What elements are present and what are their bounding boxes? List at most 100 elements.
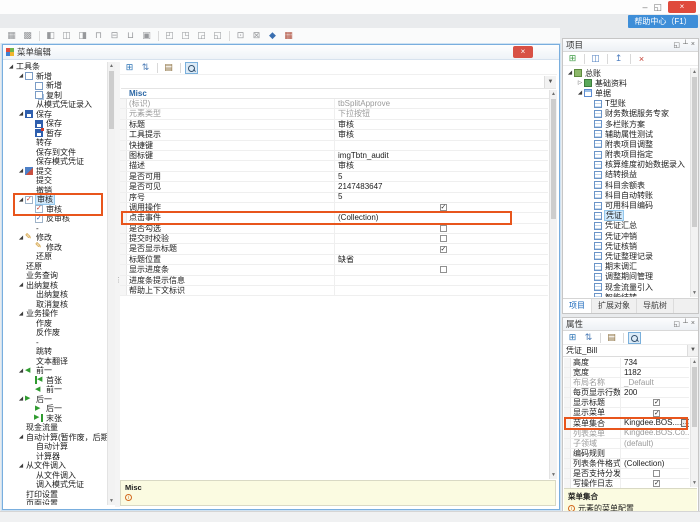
expander-expanded-icon[interactable]: ◢ [17,310,25,318]
search-icon[interactable] [628,332,641,344]
tree-item[interactable]: 文本翻译 [5,357,106,367]
scroll-thumb[interactable] [692,77,697,227]
app-close-button[interactable]: × [668,1,696,13]
tree-item[interactable]: 提交 [5,176,106,186]
property-value[interactable]: 5 [335,172,548,181]
property-row[interactable]: 标题位置缺省 [120,255,548,265]
tree-item[interactable]: 打印设置 [5,490,106,500]
menu-editor-close-button[interactable]: × [513,46,533,58]
property-value[interactable] [335,276,548,285]
expander-expanded-icon[interactable]: ◢ [576,89,584,97]
object-selector-combo[interactable]: 凭证_Bill ▼ [563,345,698,357]
tree-item[interactable]: 保存 [5,119,106,129]
tree-item[interactable]: 结转损益 [564,170,689,180]
checkbox-unchecked-icon[interactable] [653,470,660,477]
tree-item[interactable]: 复制 [5,91,106,101]
checkbox-checked-icon[interactable] [653,399,660,406]
tree-item[interactable]: 取消复核 [5,300,106,310]
tree-item[interactable]: 从模式凭证录入 [5,100,106,110]
tree-item[interactable]: 财务数据服务专家 [564,109,689,119]
tree-item[interactable]: 转存 [5,138,106,148]
property-row[interactable]: 是否可见2147483647 [120,182,548,192]
bring-to-front-icon[interactable]: ⊡ [234,30,247,42]
property-pages-icon[interactable]: ▤ [162,62,175,74]
properties-panel-header[interactable]: 属性 ◱ ┴ × [563,318,698,331]
align-center-icon[interactable]: ◫ [60,30,73,42]
expander-expanded-icon[interactable]: ◢ [17,462,25,470]
tab-order-icon[interactable]: ▦ [282,30,295,42]
property-row[interactable]: 标题审核 [120,120,548,130]
expander-expanded-icon[interactable]: ◢ [7,63,15,71]
alphabetical-view-icon[interactable]: ⇅ [139,62,152,74]
same-height-icon[interactable]: ◳ [179,30,192,42]
tree-item[interactable]: 还原 [5,262,106,272]
expander-collapsed-icon[interactable]: ▷ [576,79,584,87]
minimize-button[interactable]: – [642,1,647,13]
tree-item[interactable]: ◢审核 [5,195,106,205]
property-row[interactable]: 帮助上下文标识 [120,286,548,296]
close-icon[interactable]: × [691,41,695,49]
scroll-thumb[interactable] [109,71,114,129]
scroll-down-icon[interactable]: ▼ [691,479,698,487]
property-value[interactable]: (Collection) [335,213,548,222]
chevron-down-icon[interactable]: ▼ [544,76,556,88]
tree-item[interactable]: ◢后一 [5,395,106,405]
tree-item[interactable]: 可用科目编码 [564,200,689,210]
property-value[interactable] [335,141,548,150]
tree-item[interactable]: 计算器 [5,452,106,462]
property-value[interactable]: 缺省 [335,255,548,264]
float-window-icon[interactable]: ◱ [673,41,680,49]
tree-item[interactable]: ◢出纳复核 [5,281,106,291]
property-row[interactable]: 每页显示行数200 [564,388,689,398]
property-value[interactable]: Kingdee.BOS.Co... [621,429,689,438]
property-row[interactable]: 显示进度条 [120,265,548,275]
checkbox-checked-icon[interactable] [440,204,447,211]
property-row[interactable]: 图标键imgTbtn_audit [120,151,548,161]
property-row[interactable]: 是否可用5 [120,172,548,182]
tree-item[interactable]: ◢业务操作 [5,309,106,319]
tree-item[interactable]: 页面设置 [5,499,106,505]
tree-item[interactable]: 辅助属性测试 [564,129,689,139]
tree-item[interactable]: ◢修改 [5,233,106,243]
property-grid-scrollbar[interactable]: ▲ ▼ [549,90,557,479]
expander-expanded-icon[interactable]: ◢ [17,433,25,441]
expander-expanded-icon[interactable]: ◢ [17,281,25,289]
property-value[interactable]: 1182 [621,368,689,377]
tree-item[interactable]: ◢自动计算(暂作废，后期… [5,433,106,443]
send-to-back-icon[interactable]: ⊠ [250,30,263,42]
checkbox-unchecked-icon[interactable] [440,225,447,232]
tree-item[interactable]: T型账 [564,99,689,109]
tree-item[interactable]: 撤销 [5,186,106,196]
property-row[interactable]: 描述审核 [120,161,548,171]
tree-item[interactable]: ◢保存 [5,110,106,120]
restore-button[interactable]: ◱ [653,1,662,13]
checkbox-checked-icon[interactable] [653,410,660,417]
property-value[interactable]: 审核 [335,130,548,139]
align-bottom-icon[interactable]: ⊔ [124,30,137,42]
snap-to-grid-icon[interactable]: ▦ [5,30,18,42]
tree-item[interactable]: 保存模式凭证 [5,157,106,167]
property-row[interactable]: 列表条件格式(Collection) [564,459,689,469]
expander-expanded-icon[interactable]: ◢ [566,69,574,77]
property-value[interactable] [621,398,689,407]
menu-editor-titlebar[interactable]: 菜单编辑 × [3,45,559,60]
scroll-down-icon[interactable]: ▼ [550,471,557,479]
tree-item[interactable]: 现金流量 [5,423,106,433]
tree-item[interactable]: ◢单据 [564,88,689,98]
property-row[interactable]: 点击事件(Collection) [120,213,548,223]
tree-item[interactable]: 出纳复核 [5,290,106,300]
checkbox-unchecked-icon[interactable] [440,235,447,242]
tab-导航树[interactable]: 导航树 [637,299,674,313]
scroll-down-icon[interactable]: ▼ [691,289,698,297]
tab-项目[interactable]: 项目 [563,299,592,313]
tree-item[interactable]: ◢工具条 [5,62,106,72]
tree-item[interactable]: 反作废 [5,328,106,338]
tree-item[interactable]: 凭证汇总 [564,221,689,231]
property-row[interactable]: 宽度1182 [564,368,689,378]
tree-item[interactable]: ◢前一 [5,366,106,376]
tree-item[interactable]: 智能结转 [564,292,689,297]
tree-item[interactable]: 凭证整理记录 [564,251,689,261]
align-right-icon[interactable]: ◨ [76,30,89,42]
scroll-up-icon[interactable]: ▲ [691,68,698,76]
tree-item[interactable]: 保存到文件 [5,148,106,158]
